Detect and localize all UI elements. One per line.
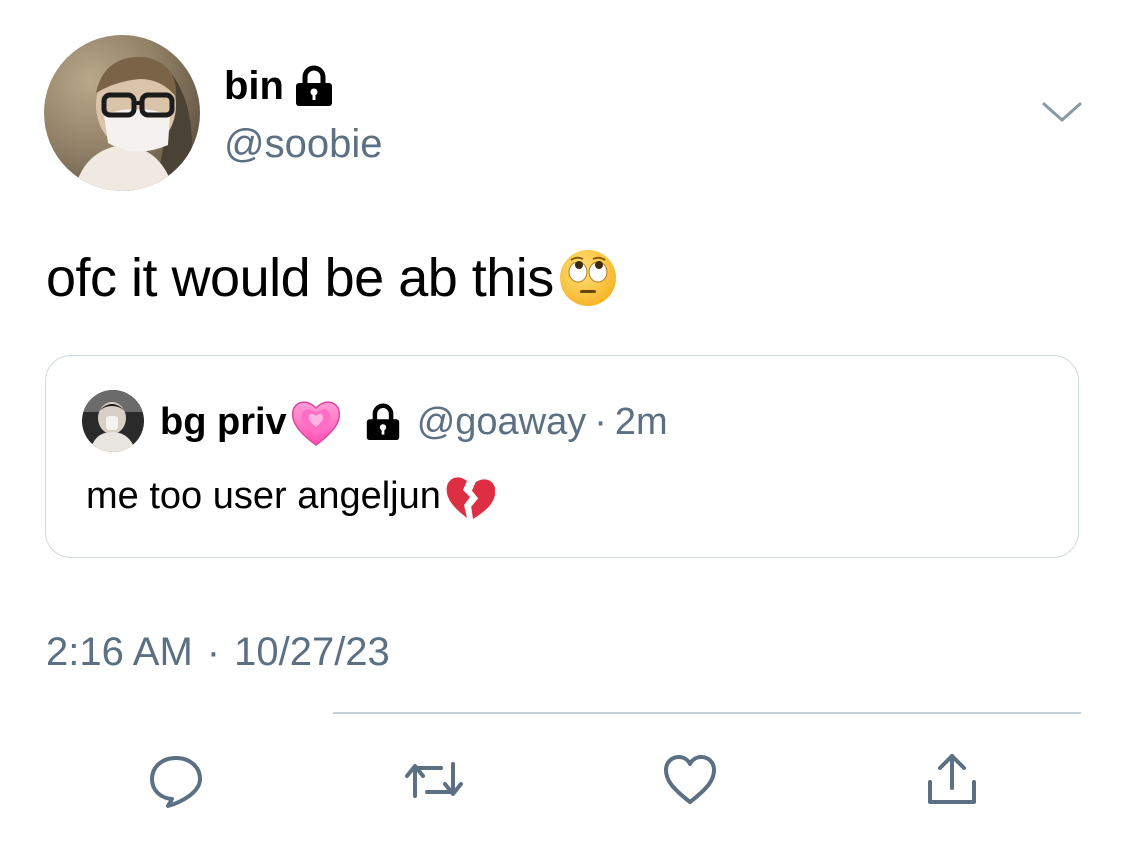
- lock-icon: [295, 65, 332, 106]
- lock-icon: [366, 403, 399, 440]
- divider: [333, 712, 1081, 714]
- growing-heart-icon: [291, 401, 340, 446]
- tweet-body: ofc it would be ab this: [46, 246, 618, 310]
- quoted-time: 2m: [614, 401, 668, 443]
- chevron-down-icon[interactable]: [1040, 92, 1084, 132]
- retweet-icon[interactable]: [403, 752, 465, 808]
- quoted-tweet[interactable]: bg priv @goaway · 2m me too user angelju…: [45, 355, 1079, 558]
- timestamp-time: 2:16 AM: [46, 630, 193, 674]
- avatar[interactable]: [44, 35, 200, 191]
- quoted-avatar[interactable]: [82, 390, 144, 452]
- timestamp-separator: ·: [206, 630, 221, 674]
- like-icon[interactable]: [662, 752, 718, 808]
- quoted-separator: ·: [594, 401, 607, 443]
- display-name[interactable]: bin: [224, 62, 284, 110]
- author-name-row: bin: [224, 62, 334, 110]
- quoted-handle: @goaway: [416, 401, 587, 443]
- quoted-text: me too user angeljun: [86, 475, 441, 517]
- face-with-rolling-eyes-icon: [559, 250, 616, 306]
- author-handle[interactable]: @soobie: [224, 120, 382, 168]
- tweet-timestamp: 2:16 AM · 10/27/23: [46, 628, 390, 676]
- reply-icon[interactable]: [148, 752, 204, 808]
- quoted-display-name: bg priv: [160, 401, 287, 443]
- quoted-body: me too user angeljun: [86, 470, 495, 522]
- share-icon[interactable]: [924, 752, 980, 808]
- quoted-header: bg priv @goaway · 2m: [160, 394, 668, 450]
- tweet-text: ofc it would be ab this: [46, 248, 554, 308]
- broken-heart-icon: [446, 477, 495, 519]
- timestamp-date: 10/27/23: [234, 630, 390, 674]
